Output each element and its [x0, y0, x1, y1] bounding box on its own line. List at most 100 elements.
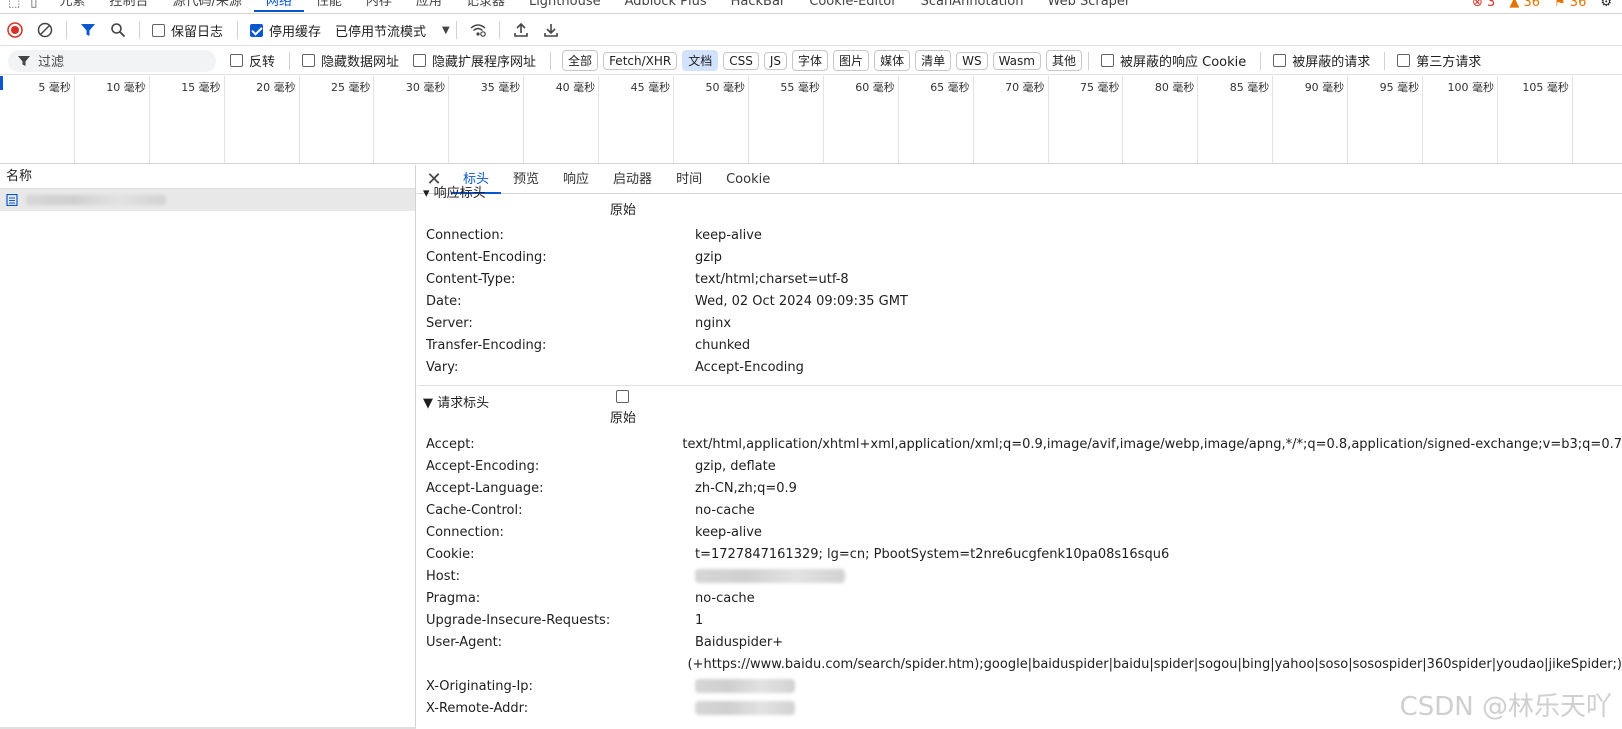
- network-conditions-button[interactable]: [463, 15, 493, 45]
- header-value[interactable]: nginx: [695, 316, 731, 331]
- timeline-tick-label: 90 毫秒: [1304, 81, 1345, 94]
- header-name: User-Agent:: [426, 634, 503, 650]
- timeline-tick: 10 毫秒: [75, 76, 150, 163]
- settings-gear-icon[interactable]: ⚙: [1600, 0, 1612, 10]
- header-value[interactable]: Baiduspider+: [695, 635, 783, 650]
- redacted-value: [695, 569, 845, 583]
- header-value[interactable]: zh-CN,zh;q=0.9: [695, 481, 797, 496]
- top-tab[interactable]: 内存: [354, 0, 404, 12]
- preserve-log-checkbox[interactable]: 保留日志: [152, 21, 223, 40]
- request-raw-label[interactable]: 原始: [610, 407, 636, 426]
- header-value[interactable]: text/html,application/xhtml+xml,applicat…: [682, 437, 1622, 452]
- top-tab[interactable]: Lighthouse: [517, 0, 613, 12]
- invert-checkbox[interactable]: 反转: [230, 51, 275, 70]
- resource-type-filter[interactable]: 媒体: [874, 50, 911, 71]
- resource-type-filter[interactable]: 全部: [562, 50, 599, 71]
- device-toggle-icon[interactable]: ▯: [30, 0, 37, 10]
- header-row: Connection: keep-alive: [417, 521, 1622, 543]
- disable-cache-checkbox[interactable]: 停用缓存: [250, 21, 321, 40]
- raw-headers-checkbox[interactable]: [616, 390, 629, 403]
- header-row: Host:: [417, 565, 1622, 587]
- timeline-tick: 20 毫秒: [225, 76, 300, 163]
- import-har-button[interactable]: [506, 15, 536, 45]
- top-tab[interactable]: 性能: [304, 0, 354, 12]
- redacted-value: [695, 679, 795, 693]
- header-value[interactable]: keep-alive: [695, 228, 762, 243]
- top-tab[interactable]: 记录器: [454, 0, 517, 12]
- warning-count-badge[interactable]: ▲ 36: [1509, 0, 1540, 10]
- header-value[interactable]: (+https://www.baidu.com/search/spider.ht…: [687, 657, 1622, 672]
- hide-data-urls-checkbox[interactable]: 隐藏数据网址: [302, 51, 399, 70]
- hide-extension-urls-checkbox[interactable]: 隐藏扩展程序网址: [413, 51, 536, 70]
- filter-toggle-button[interactable]: [73, 15, 103, 45]
- header-name: Server:: [426, 315, 473, 331]
- top-tab[interactable]: Web Scraper: [1035, 0, 1142, 12]
- third-party-requests-checkbox[interactable]: 第三方请求: [1397, 51, 1481, 70]
- header-value[interactable]: keep-alive: [695, 525, 762, 540]
- top-tab[interactable]: 源代码/来源: [160, 0, 253, 12]
- timeline-tick: 25 毫秒: [300, 76, 375, 163]
- inspect-icon[interactable]: ⬚: [8, 0, 20, 10]
- top-tab[interactable]: ScanAnnotation: [909, 0, 1036, 12]
- timeline-overview[interactable]: 5 毫秒 10 毫秒 15 毫秒 20 毫秒 25 毫秒 30 毫秒 35 毫秒 40 毫秒 4…: [0, 76, 1622, 164]
- header-row: Pragma: no-cache: [417, 587, 1622, 609]
- request-headers-section: ▼ 请求标头 原始 Accept: text/html,application/x…: [417, 386, 1622, 719]
- resource-type-filter[interactable]: 其他: [1045, 50, 1082, 71]
- timeline-tick-label: 80 毫秒: [1154, 81, 1195, 94]
- header-value[interactable]: 1: [695, 613, 703, 628]
- top-tab[interactable]: 应用: [404, 0, 454, 12]
- timeline-tick: 35 毫秒: [449, 76, 525, 163]
- timeline-tick-label: 15 毫秒: [181, 81, 221, 94]
- blocked-response-cookies-checkbox[interactable]: 被屏蔽的响应 Cookie: [1101, 51, 1246, 70]
- resource-type-filter[interactable]: 文档: [682, 50, 719, 71]
- name-column-header[interactable]: 名称: [0, 165, 415, 189]
- record-stop-button[interactable]: [0, 15, 30, 45]
- header-value[interactable]: t=1727847161329; lg=cn; PbootSystem=t2nr…: [695, 547, 1169, 562]
- chevron-down-icon: ▼: [442, 24, 450, 36]
- header-value[interactable]: no-cache: [695, 503, 755, 518]
- header-value[interactable]: gzip: [695, 250, 722, 265]
- header-value[interactable]: gzip, deflate: [695, 459, 776, 474]
- blocked-requests-checkbox[interactable]: 被屏蔽的请求: [1273, 51, 1370, 70]
- request-headers-title[interactable]: ▼ 请求标头: [423, 392, 489, 411]
- timeline-tick: 105 毫秒: [1498, 76, 1573, 163]
- header-value[interactable]: Wed, 02 Oct 2024 09:09:35 GMT: [695, 294, 908, 309]
- throttling-select[interactable]: 已停用节流模式 ▼: [335, 21, 450, 40]
- header-value[interactable]: Accept-Encoding: [695, 360, 804, 375]
- error-count-badge[interactable]: ⊗ 3: [1472, 0, 1495, 10]
- resource-type-filter[interactable]: Fetch/XHR: [603, 51, 678, 70]
- resource-type-filter[interactable]: CSS: [723, 51, 759, 70]
- header-value[interactable]: no-cache: [695, 591, 755, 606]
- resource-type-filter[interactable]: 字体: [792, 50, 829, 71]
- top-tab[interactable]: HackBar: [719, 0, 798, 12]
- header-row: (+https://www.baidu.com/search/spider.ht…: [417, 653, 1622, 675]
- header-row: Content-Encoding: gzip: [417, 246, 1622, 268]
- resource-type-filter[interactable]: WS: [956, 51, 988, 70]
- header-name: Cache-Control:: [426, 502, 523, 518]
- top-tab[interactable]: 网络: [253, 0, 304, 12]
- header-name: Cookie:: [426, 546, 475, 562]
- response-headers-title[interactable]: ▾ 响应标头: [423, 182, 486, 201]
- request-row[interactable]: [0, 189, 415, 211]
- clear-button[interactable]: [30, 15, 60, 45]
- timeline-tick-label: 10 毫秒: [106, 81, 146, 94]
- filter-input[interactable]: 过滤: [8, 49, 216, 72]
- resource-type-filter[interactable]: JS: [763, 51, 788, 70]
- search-button[interactable]: [103, 15, 133, 45]
- filter-icon: [81, 24, 95, 36]
- export-har-button[interactable]: [536, 15, 566, 45]
- top-tab[interactable]: Cookie-Editor: [797, 0, 908, 12]
- resource-type-filter[interactable]: 清单: [915, 50, 952, 71]
- top-tab[interactable]: 元素: [47, 0, 97, 12]
- top-tab[interactable]: Adblock Plus: [613, 0, 719, 12]
- header-value[interactable]: chunked: [695, 338, 750, 353]
- top-tab[interactable]: 控制台: [97, 0, 160, 12]
- issues-count-badge[interactable]: ⚑ 36: [1554, 0, 1586, 10]
- resource-type-filter[interactable]: 图片: [833, 50, 870, 71]
- header-value[interactable]: text/html;charset=utf-8: [695, 272, 849, 287]
- header-name: Transfer-Encoding:: [426, 337, 547, 353]
- timeline-tick: 100 毫秒: [1423, 76, 1498, 163]
- response-raw-label[interactable]: 原始: [610, 199, 636, 218]
- header-row: Upgrade-Insecure-Requests: 1: [417, 609, 1622, 631]
- resource-type-filter[interactable]: Wasm: [992, 51, 1041, 70]
